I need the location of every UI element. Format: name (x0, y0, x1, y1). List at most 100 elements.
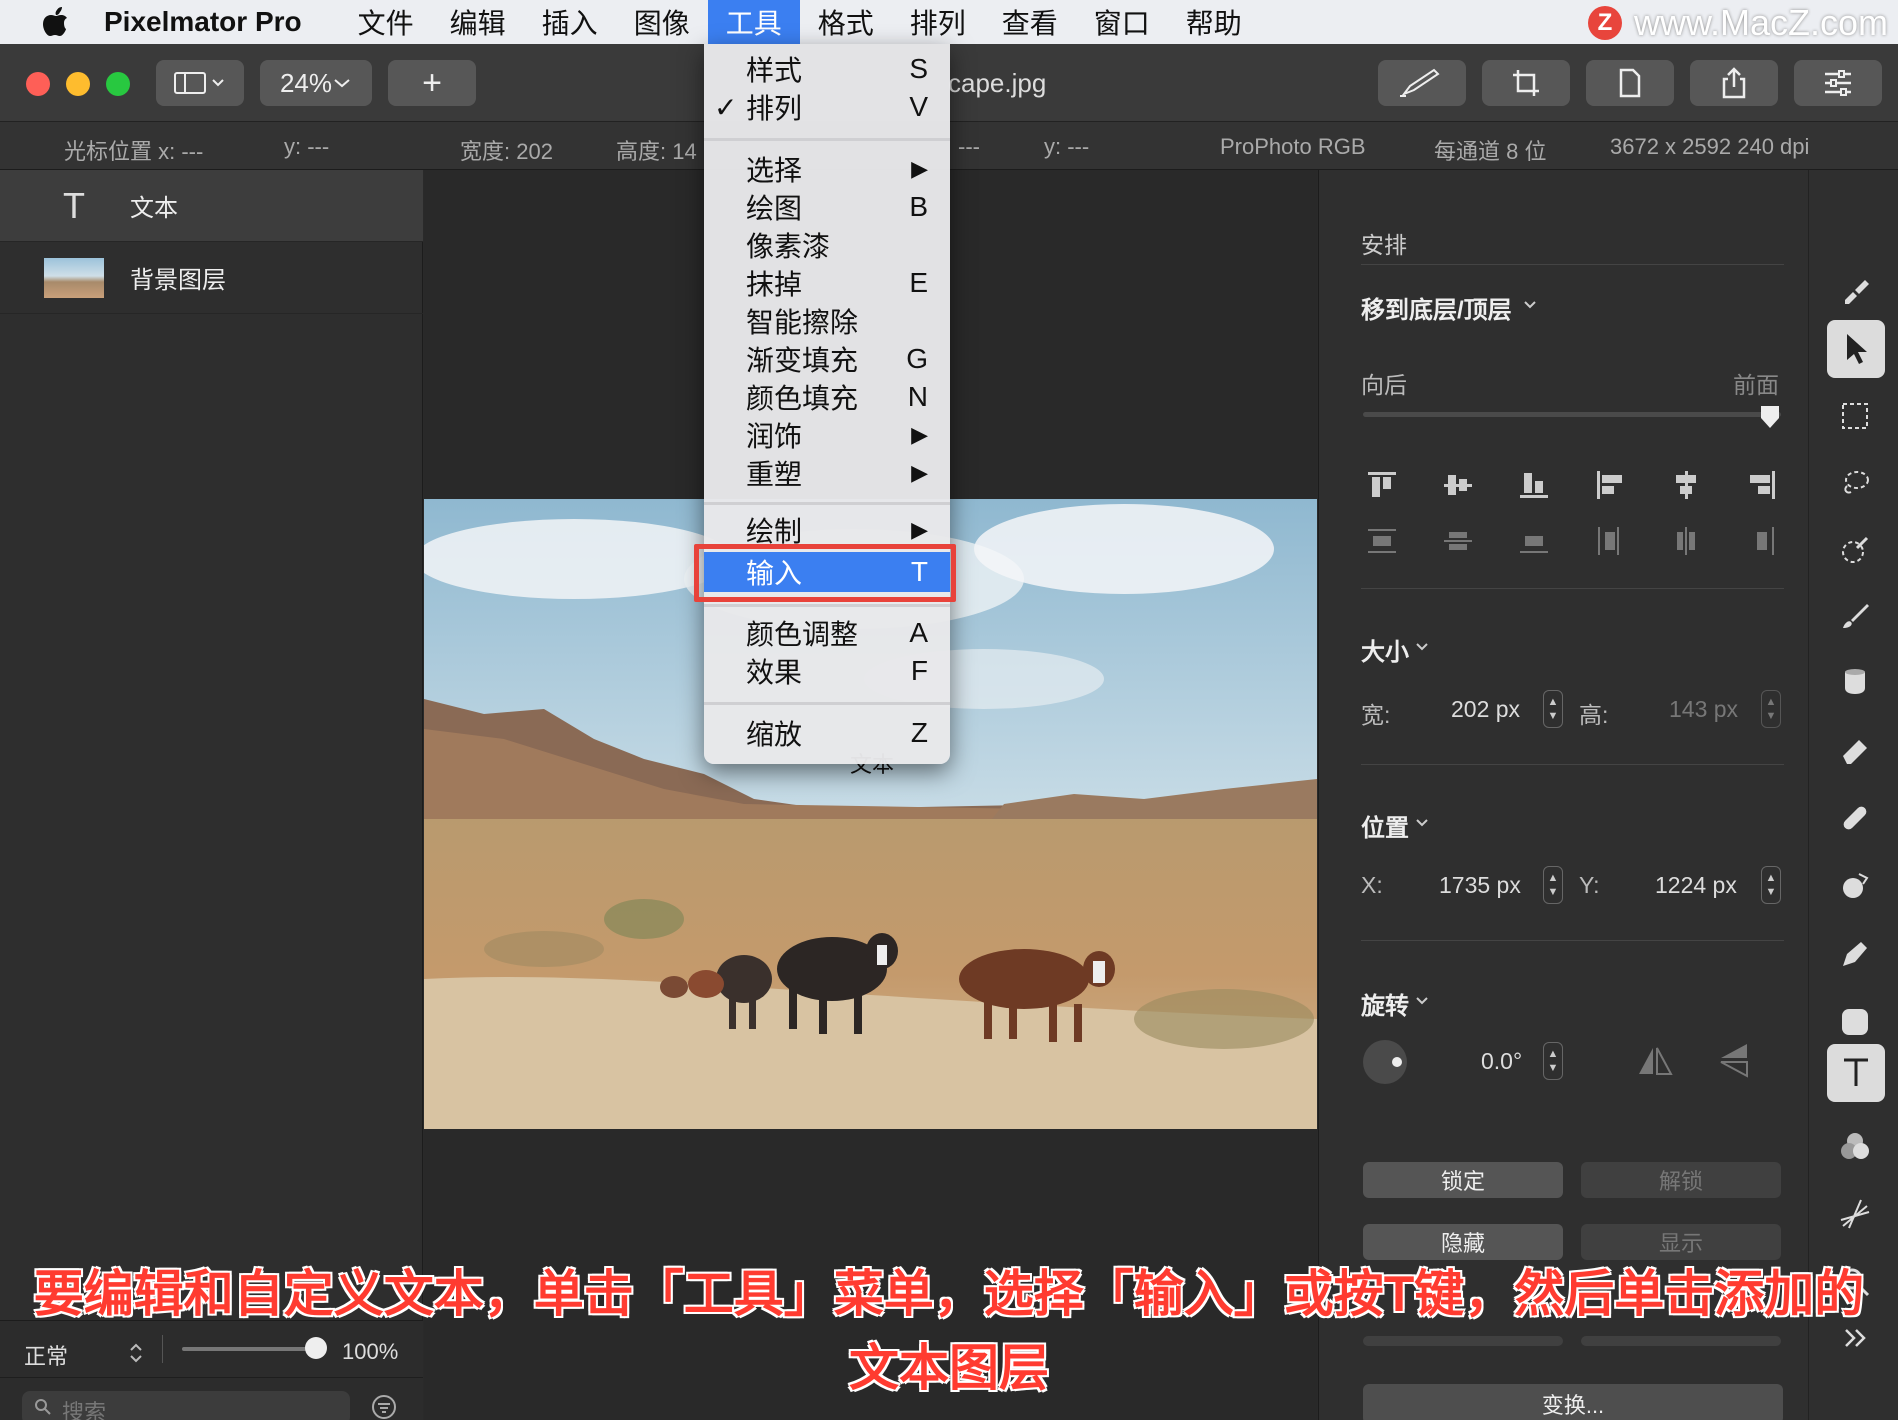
menu-view[interactable]: 查看 (984, 0, 1076, 44)
x-stepper[interactable]: ▲ ▼ (1543, 866, 1563, 904)
menu-help[interactable]: 帮助 (1168, 0, 1260, 44)
align-top-icon[interactable] (1365, 468, 1399, 502)
marquee-select-icon (1842, 403, 1868, 429)
adjustments-button[interactable] (1794, 60, 1882, 106)
arrange-slider[interactable] (1363, 406, 1781, 428)
size-heading[interactable]: 大小 (1361, 632, 1409, 667)
bit-depth-readout: 每通道 8 位 (1434, 139, 1547, 164)
menu-arrange[interactable]: 排列 (892, 0, 984, 44)
tool-color-adjust[interactable] (1827, 1118, 1883, 1174)
y-stepper[interactable]: ▲ ▼ (1761, 866, 1781, 904)
distribute-middle-icon[interactable] (1441, 524, 1475, 558)
zoom-level: 24% (279, 67, 333, 98)
distribute-top-icon[interactable] (1365, 524, 1399, 558)
pointer-arrow-icon (1847, 334, 1867, 364)
tool-select[interactable] (1827, 388, 1883, 444)
menu-item-style[interactable]: 样式 S (704, 50, 950, 88)
tool-style[interactable] (1827, 262, 1883, 318)
tool-pen[interactable] (1827, 926, 1883, 982)
flip-horizontal-icon[interactable] (1635, 1044, 1675, 1080)
rotation-dial[interactable] (1361, 1038, 1409, 1086)
distribute-right-icon[interactable] (1745, 524, 1779, 558)
add-button[interactable]: + (388, 60, 476, 106)
tool-repair[interactable] (1827, 790, 1883, 846)
menu-item-erase[interactable]: 抹掉 E (704, 264, 950, 302)
rotate-heading[interactable]: 旋转 (1361, 986, 1409, 1021)
menu-item-smart-erase[interactable]: 智能擦除 (704, 302, 950, 340)
tool-lasso[interactable] (1827, 456, 1883, 512)
menu-item-paint[interactable]: 绘图 B (704, 188, 950, 226)
menu-format[interactable]: 格式 (800, 0, 892, 44)
layer-text[interactable]: T 文本 (0, 170, 423, 242)
tutorial-caption-line1: 要编辑和自定义文本，单击「工具」菜单，选择「输入」或按T键，然后单击添加的 (33, 1265, 1866, 1323)
height-stepper[interactable]: ▲ ▼ (1761, 690, 1781, 728)
format-button[interactable] (1586, 60, 1674, 106)
chevron-down-icon (1416, 997, 1428, 1005)
align-right-icon[interactable] (1745, 468, 1779, 502)
distribute-left-icon[interactable] (1593, 524, 1627, 558)
apple-icon[interactable] (40, 6, 70, 38)
menu-item-draw[interactable]: 绘制 ▶ (704, 514, 950, 546)
tool-shape[interactable] (1827, 994, 1883, 1050)
crop-button[interactable] (1482, 60, 1570, 106)
tool-arrange[interactable] (1827, 320, 1885, 378)
layer-background[interactable]: 背景图层 (0, 242, 423, 314)
align-left-icon[interactable] (1593, 468, 1627, 502)
rotation-stepper[interactable]: ▲ ▼ (1543, 1042, 1563, 1080)
zoom-dropdown[interactable]: 24% (260, 60, 372, 106)
width-field[interactable]: 202 px (1451, 696, 1520, 723)
tool-fill[interactable] (1827, 654, 1883, 710)
menu-item-reshape[interactable]: 重塑 ▶ (704, 454, 950, 492)
menu-item-retouch[interactable]: 润饰 ▶ (704, 416, 950, 454)
distribute-bottom-icon[interactable] (1517, 524, 1551, 558)
menu-item-gradient-fill[interactable]: 渐变填充 G (704, 340, 950, 378)
menu-item-color-fill[interactable]: 颜色填充 N (704, 378, 950, 416)
tool-effects[interactable] (1827, 1186, 1883, 1242)
lasso-icon (1844, 471, 1869, 494)
sidebar-toggle-button[interactable] (156, 60, 244, 106)
minimize-window-button[interactable] (66, 72, 90, 96)
arrange-heading[interactable]: 移到底层/顶层 (1361, 290, 1512, 325)
align-middle-icon[interactable] (1441, 468, 1475, 502)
lock-button[interactable]: 锁定 (1363, 1162, 1563, 1198)
menu-item-effects[interactable]: 效果 F (704, 652, 950, 690)
tool-retouch[interactable] (1827, 858, 1883, 914)
layer-label: 文本 (130, 195, 178, 222)
menu-separator (704, 502, 950, 505)
position-heading[interactable]: 位置 (1361, 808, 1409, 843)
menu-window[interactable]: 窗口 (1076, 0, 1168, 44)
x-field[interactable]: 1735 px (1439, 872, 1521, 899)
tool-paint[interactable] (1827, 588, 1883, 644)
y-field[interactable]: 1224 px (1655, 872, 1737, 899)
unlock-button[interactable]: 解锁 (1581, 1162, 1781, 1198)
menu-insert[interactable]: 插入 (524, 0, 616, 44)
align-bottom-icon[interactable] (1517, 468, 1551, 502)
tool-type[interactable] (1827, 1044, 1885, 1102)
menu-edit[interactable]: 编辑 (432, 0, 524, 44)
align-center-icon[interactable] (1669, 468, 1703, 502)
height-field[interactable]: 143 px (1669, 696, 1738, 723)
app-name-menu[interactable]: Pixelmator Pro (104, 6, 302, 38)
close-window-button[interactable] (26, 72, 50, 96)
flip-vertical-icon[interactable] (1717, 1040, 1753, 1080)
menu-item-arrange[interactable]: ✓ 排列 V (704, 88, 950, 126)
menu-tools[interactable]: 工具 (707, 0, 800, 44)
menu-item-select[interactable]: 选择 ▶ (704, 150, 950, 188)
front-label: 前面 (1733, 372, 1779, 398)
menu-file[interactable]: 文件 (340, 0, 432, 44)
tool-erase[interactable] (1827, 722, 1883, 778)
menu-item-zoom[interactable]: 缩放 Z (704, 714, 950, 752)
menu-item-pixel-paint[interactable]: 像素漆 (704, 226, 950, 264)
tool-quick-select[interactable] (1827, 522, 1883, 578)
menu-image[interactable]: 图像 (616, 0, 708, 44)
arrange-slider-knob[interactable] (1759, 404, 1781, 430)
tools-sidebar (1808, 170, 1898, 1420)
menu-item-color-adjust[interactable]: 颜色调整 A (704, 614, 950, 652)
dimensions-readout: 3672 x 2592 240 dpi (1610, 134, 1810, 159)
distribute-center-icon[interactable] (1669, 524, 1703, 558)
zoom-window-button[interactable] (106, 72, 130, 96)
share-button[interactable] (1690, 60, 1778, 106)
rotation-field[interactable]: 0.0° (1481, 1048, 1522, 1075)
width-stepper[interactable]: ▲ ▼ (1543, 690, 1563, 728)
retouch-tool-button[interactable] (1378, 60, 1466, 106)
